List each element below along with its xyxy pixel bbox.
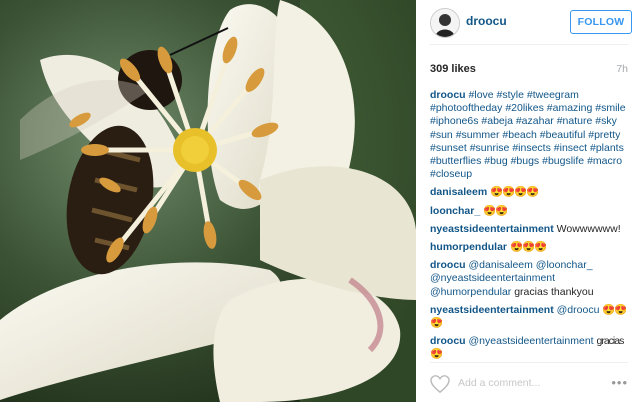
caption-username[interactable]: droocu (430, 89, 466, 101)
post-photo (0, 0, 416, 402)
hashtag-link[interactable]: #photooftheday (430, 102, 502, 114)
comment-item: droocu @danisaleem @loonchar_ @nyeastsid… (430, 259, 636, 299)
comment-item: danisaleem 😍😍😍😍 (430, 186, 636, 199)
hashtag-link[interactable]: #tweegram (527, 89, 579, 101)
hashtag-link[interactable]: #nature (557, 115, 593, 127)
comment-item: droocu @nyeastsideentertainment gracias … (430, 335, 636, 361)
follow-button[interactable]: FOLLOW (570, 10, 632, 34)
hashtag-link[interactable]: #sky (595, 115, 617, 127)
mention-link[interactable]: @droocu (557, 304, 600, 316)
hashtag-link[interactable]: #sunrise (470, 142, 510, 154)
comment-username[interactable]: loonchar_ (430, 205, 480, 217)
caption-tags: #love #style #tweegram #photooftheday #2… (430, 89, 626, 180)
comments-list: droocu #love #style #tweegram #photoofth… (430, 89, 636, 367)
likes-count[interactable]: 309 likes (430, 63, 476, 75)
hashtag-link[interactable]: #closeup (430, 168, 472, 180)
comment-username[interactable]: humorpendular (430, 241, 507, 253)
mention-link[interactable]: @nyeastsideentertainment (469, 335, 594, 347)
mention-link[interactable]: @humorpendular (430, 286, 511, 298)
avatar[interactable] (430, 8, 460, 38)
hashtag-link[interactable]: #pretty (588, 129, 620, 141)
hashtag-link[interactable]: #beach (502, 129, 536, 141)
comment-username[interactable]: nyeastsideentertainment (430, 304, 554, 316)
post-time[interactable]: 7h (616, 63, 628, 75)
comment-item: nyeastsideentertainment @droocu 😍😍😍 (430, 304, 636, 330)
mention-link[interactable]: @loonchar_ (536, 259, 593, 271)
hashtag-link[interactable]: #insect (554, 142, 587, 154)
post-footer: Add a comment... ••• (416, 363, 640, 402)
header-divider (430, 44, 628, 45)
hashtag-link[interactable]: #iphone6s (430, 115, 478, 127)
comment-username[interactable]: danisaleem (430, 186, 487, 198)
comment-username[interactable]: droocu (430, 335, 466, 347)
hashtag-link[interactable]: #sunset (430, 142, 467, 154)
hashtag-link[interactable]: #butterflies (430, 155, 481, 167)
comment-username[interactable]: nyeastsideentertainment (430, 223, 554, 235)
hashtag-link[interactable]: #plants (590, 142, 624, 154)
avatar-image (431, 9, 459, 37)
hashtag-link[interactable]: #insects (512, 142, 551, 154)
mention-link[interactable]: @nyeastsideentertainment (430, 272, 555, 284)
hashtag-link[interactable]: #love (469, 89, 494, 101)
comment-username[interactable]: droocu (430, 259, 466, 271)
hashtag-link[interactable]: #beautiful (540, 129, 586, 141)
heart-icon[interactable] (430, 375, 450, 393)
hashtag-link[interactable]: #style (497, 89, 524, 101)
hashtag-link[interactable]: #azahar (516, 115, 554, 127)
comment-text: 😍😍😍😍 (490, 186, 539, 199)
hashtag-link[interactable]: #smile (595, 102, 625, 114)
hashtag-link[interactable]: #sun (430, 129, 453, 141)
caption: droocu #love #style #tweegram #photoofth… (430, 89, 636, 181)
comment-item: humorpendular 😍😍😍 (430, 241, 636, 254)
comment-text: gracias thankyou (514, 285, 594, 298)
post-username[interactable]: droocu (466, 14, 507, 28)
hashtag-link[interactable]: #20likes (505, 102, 544, 114)
mention-link[interactable]: @danisaleem (469, 259, 533, 271)
post-sidebar: droocu FOLLOW 309 likes 7h droocu #love … (416, 0, 640, 402)
comment-item: loonchar_ 😍😍 (430, 205, 636, 218)
flower-bee-image (0, 0, 416, 402)
hashtag-link[interactable]: #summer (456, 129, 500, 141)
hashtag-link[interactable]: #bugslife (542, 155, 584, 167)
hashtag-link[interactable]: #amazing (547, 102, 593, 114)
hashtag-link[interactable]: #macro (587, 155, 622, 167)
comment-text: Wowwwwww! (556, 222, 621, 235)
more-options-button[interactable]: ••• (611, 375, 628, 390)
comment-text: 😍😍😍 (509, 241, 547, 254)
post-header: droocu FOLLOW (416, 0, 640, 44)
hashtag-link[interactable]: #bug (484, 155, 507, 167)
hashtag-link[interactable]: #abeja (481, 115, 513, 127)
comment-text: 😍😍 (483, 204, 508, 217)
add-comment-input[interactable]: Add a comment... (458, 377, 540, 389)
comment-item: nyeastsideentertainment Wowwwwww! (430, 223, 636, 236)
hashtag-link[interactable]: #bugs (511, 155, 540, 167)
